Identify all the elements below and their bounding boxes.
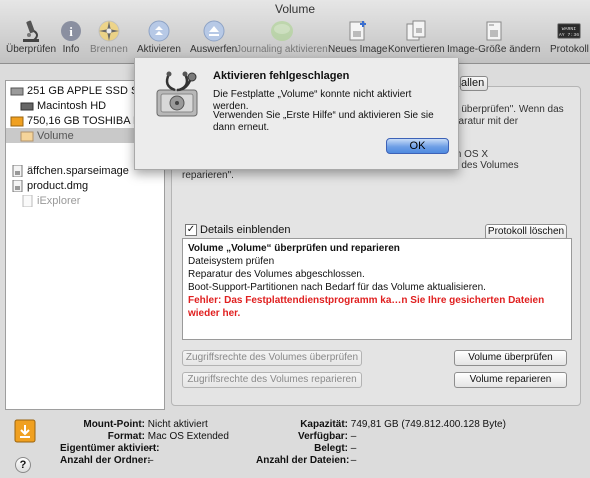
available-key: Verfügbar:: [297, 431, 348, 442]
sidebar-item-label: Macintosh HD: [37, 99, 107, 112]
toolbar-label: Überprüfen: [6, 44, 57, 55]
available-value: –: [350, 431, 357, 442]
repair-volume-button[interactable]: Volume reparieren: [454, 372, 567, 388]
volume-icon: [20, 130, 34, 142]
verify-permissions-button[interactable]: Zugriffsrechte des Volumes überprüfen: [182, 350, 362, 366]
help-button[interactable]: ?: [15, 457, 31, 473]
burn-disc-icon: [97, 19, 121, 43]
volume-icon: [20, 100, 34, 112]
info-right-column: Kapazität: 749,81 GB (749.812.400.128 By…: [256, 419, 506, 467]
log-line: Boot-Support-Partitionen nach Bedarf für…: [188, 282, 486, 293]
toolbar-label: Info: [62, 44, 80, 55]
used-value: –: [350, 443, 357, 454]
owners-key: Eigentümer aktiviert:: [60, 443, 160, 454]
toolbar-log-button[interactable]: WARNI AY 7:36 Protokoll: [550, 19, 589, 59]
microscope-icon: [19, 19, 43, 43]
folders-value: –: [147, 455, 154, 466]
convert-icon: [404, 19, 428, 43]
svg-text:i: i: [69, 24, 73, 39]
toolbar-label: Journaling aktivieren: [236, 44, 328, 55]
external-disk-icon: [10, 115, 24, 127]
capacity-key: Kapazität:: [300, 419, 348, 430]
sidebar-item-label: äffchen.sparseimage: [27, 164, 129, 177]
toolbar-label: Neues Image: [328, 44, 388, 55]
verify-volume-button[interactable]: Volume überprüfen: [454, 350, 567, 366]
checkmark-icon[interactable]: ✓: [185, 224, 197, 236]
toolbar-journaling-button[interactable]: Journaling aktivieren: [236, 19, 328, 59]
window-title: Volume: [274, 2, 316, 16]
toolbar-label: Konvertieren: [388, 44, 445, 55]
capacity-value: 749,81 GB (749.812.400.128 Byte): [350, 419, 506, 430]
external-volume-icon: [14, 418, 36, 447]
volume-icon: [20, 194, 34, 207]
bg-text-fragment: e des Volumes: [453, 160, 519, 171]
mount-icon: [147, 19, 171, 43]
journaling-icon: [270, 19, 294, 43]
disk-image-icon: [10, 164, 24, 177]
svg-text:WARNI: WARNI: [562, 26, 577, 32]
internal-disk-icon: [10, 85, 24, 97]
files-value: –: [350, 455, 357, 466]
resize-image-icon: [482, 19, 506, 43]
folders-key: Anzahl der Ordner:: [60, 455, 151, 466]
bg-text-fragment: e überprüfen". Wenn das: [453, 104, 564, 115]
toolbar-label: Aktivieren: [137, 44, 181, 55]
info-left-column: Mount-Point: Nicht aktiviert Format: Mac…: [60, 419, 229, 467]
toolbar-label: Protokoll: [550, 44, 589, 55]
bg-text-fragment: paratur mit der: [453, 116, 519, 127]
disk-utility-icon: [151, 68, 205, 125]
log-output[interactable]: Volume „Volume“ überprüfen und repariere…: [182, 238, 572, 340]
toolbar-resize-image-button[interactable]: Image-Größe ändern: [447, 19, 540, 59]
sidebar-item-label: iExplorer: [37, 194, 81, 207]
sidebar-item-product-dmg[interactable]: product.dmg: [6, 178, 164, 193]
format-key: Format:: [107, 431, 145, 442]
toolbar-burn-button[interactable]: Brennen: [90, 19, 128, 59]
show-details-label: Details einblenden: [200, 224, 291, 236]
disk-image-icon: [10, 179, 24, 192]
repair-permissions-button[interactable]: Zugriffsrechte des Volumes reparieren: [182, 372, 362, 388]
mount-point-value: Nicht aktiviert: [147, 419, 208, 430]
titlebar: Volume Überprüfen i Info Brennen Aktivie…: [0, 0, 590, 64]
sidebar-item-iexplorer[interactable]: iExplorer: [6, 193, 164, 208]
toolbar-mount-button[interactable]: Aktivieren: [137, 19, 181, 59]
toolbar-new-image-button[interactable]: Neues Image: [328, 19, 387, 59]
ok-button[interactable]: OK: [386, 138, 449, 154]
new-image-icon: [346, 19, 370, 43]
sidebar-item-label: product.dmg: [27, 179, 89, 192]
log-line: Dateisystem prüfen: [188, 256, 275, 267]
mount-point-key: Mount-Point:: [83, 419, 145, 430]
format-value: Mac OS Extended: [147, 431, 229, 442]
toolbar-verify-button[interactable]: Überprüfen: [6, 19, 56, 59]
info-icon: i: [59, 19, 83, 43]
files-key: Anzahl der Dateien:: [256, 455, 350, 466]
log-icon: WARNI AY 7:36: [557, 19, 582, 43]
used-key: Belegt:: [314, 443, 348, 454]
tab-partial[interactable]: allen: [460, 76, 488, 91]
alert-title: Aktivieren fehlgeschlagen: [213, 70, 350, 82]
toolbar-label: Auswerfen: [190, 44, 238, 55]
sidebar-item-label: Volume: [37, 129, 74, 142]
toolbar-eject-button[interactable]: Auswerfen: [190, 19, 237, 59]
log-line-title: Volume „Volume“ überprüfen und repariere…: [188, 243, 400, 254]
owners-value: –: [147, 443, 154, 454]
mount-failed-alert: Aktivieren fehlgeschlagen Die Festplatte…: [134, 58, 459, 170]
show-details-checkbox[interactable]: ✓ Details einblenden: [185, 224, 291, 236]
eject-icon: [202, 19, 226, 43]
toolbar-label: Image-Größe ändern: [447, 44, 541, 55]
toolbar-convert-button[interactable]: Konvertieren: [388, 19, 445, 59]
log-error-line: Fehler: Das Festplattendienstprogramm ka…: [188, 295, 545, 319]
disk-utility-window: Volume Überprüfen i Info Brennen Aktivie…: [0, 0, 590, 478]
alert-detail: Verwenden Sie „Erste Hilfe“ und aktivier…: [213, 110, 434, 133]
svg-text:AY 7:36: AY 7:36: [559, 32, 579, 38]
bg-text-fragment: reparieren".: [182, 170, 234, 181]
toolbar-label: Brennen: [90, 44, 128, 55]
toolbar-info-button[interactable]: i Info: [59, 19, 83, 59]
log-line: Reparatur des Volumes abgeschlossen.: [188, 269, 365, 280]
